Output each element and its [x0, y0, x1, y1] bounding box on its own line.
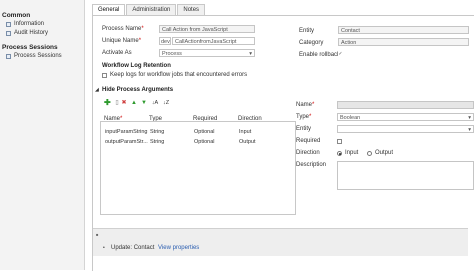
nav-heading-common: Common: [2, 12, 31, 19]
chevron-down-icon: ▾: [249, 51, 252, 57]
move-down-icon[interactable]: ▼: [141, 100, 147, 106]
arguments-grid: inputParamString String Optional Input o…: [100, 121, 296, 215]
argument-type-label: Type*: [296, 114, 312, 120]
direction-output-label: Output: [375, 150, 394, 156]
argument-description-field[interactable]: [337, 161, 474, 190]
left-navigation: Common Information Audit History Process…: [0, 0, 85, 270]
sort-descending-icon[interactable]: ↓Z: [161, 100, 171, 106]
delete-x-icon[interactable]: ✖: [121, 100, 127, 106]
keep-logs-label: Keep logs for workflow jobs that encount…: [110, 72, 248, 78]
process-name-field[interactable]: Call Action from JavaScript: [159, 25, 255, 33]
argument-name-label: Name*: [296, 102, 315, 108]
argument-entity-label: Entity: [296, 126, 312, 132]
step-update-text[interactable]: Update: Contact View properties: [111, 245, 199, 251]
entity-field: Contact: [338, 26, 469, 34]
chevron-down-icon: ▾: [468, 115, 471, 121]
argument-entity-select[interactable]: ▾: [337, 125, 474, 133]
main-content: General Administration Notes Process Nam…: [86, 0, 474, 271]
step-marker-icon: ■: [96, 232, 99, 237]
row-required: Optional: [194, 129, 215, 135]
row-name: outputParamStr...: [105, 139, 148, 145]
nav-item-label: Information: [14, 21, 45, 27]
row-direction: Input: [239, 129, 252, 135]
entity-label: Entity: [299, 28, 315, 34]
tab-notes[interactable]: Notes: [177, 4, 206, 15]
chevron-down-icon: ▾: [468, 127, 471, 133]
activate-as-select[interactable]: Process ▾: [159, 49, 255, 57]
view-properties-link[interactable]: View properties: [158, 245, 199, 251]
process-name-label: Process Name*: [102, 26, 144, 32]
tab-general[interactable]: General: [92, 4, 126, 15]
row-direction: Output: [239, 139, 256, 145]
add-icon[interactable]: ✚: [104, 99, 111, 107]
hide-process-arguments-toggle[interactable]: Hide Process Arguments: [102, 87, 173, 93]
nav-item-label: Process Sessions: [14, 53, 62, 59]
direction-output-radio[interactable]: [367, 151, 372, 156]
nav-heading-process-sessions: Process Sessions: [2, 44, 58, 51]
tab-strip: General Administration Notes: [92, 4, 206, 15]
argument-name-field[interactable]: [337, 101, 474, 109]
sort-ascending-icon[interactable]: ↓A: [150, 100, 160, 106]
row-required: Optional: [194, 139, 215, 145]
keep-logs-checkbox[interactable]: [102, 73, 107, 78]
nav-item-process-sessions[interactable]: Process Sessions: [6, 53, 62, 59]
row-name: inputParamString: [105, 129, 148, 135]
argument-type-select[interactable]: Boolean ▾: [337, 113, 474, 121]
nav-item-information[interactable]: Information: [6, 21, 44, 27]
unique-name-field[interactable]: CallActionfromJavaScript: [172, 37, 255, 45]
information-icon: [6, 21, 11, 27]
nav-item-label: Audit History: [14, 30, 49, 36]
argument-description-label: Description: [296, 162, 327, 168]
row-type: String: [150, 129, 165, 135]
category-label: Category: [299, 40, 324, 46]
steps-footer: ■ • Update: Contact View properties: [93, 228, 468, 256]
unique-name-prefix: dev_: [159, 37, 171, 45]
collapse-arrow-icon[interactable]: ◢: [95, 87, 99, 93]
row-type: String: [150, 139, 165, 145]
direction-input-label: Input: [345, 150, 359, 156]
workflow-log-retention-heading: Workflow Log Retention: [102, 63, 171, 69]
step-bullet-icon: •: [103, 245, 105, 251]
nav-item-audit-history[interactable]: Audit History: [6, 30, 48, 36]
delete-icon[interactable]: ▯: [114, 100, 120, 106]
argument-direction-label: Direction: [296, 150, 320, 156]
rollback-label: Enable rollback: [299, 52, 341, 58]
unique-name-label: Unique Name*: [102, 38, 142, 44]
direction-input-radio[interactable]: [337, 151, 342, 156]
move-up-icon[interactable]: ▲: [131, 100, 137, 106]
audit-history-icon: [6, 30, 11, 36]
tab-administration[interactable]: Administration: [126, 4, 177, 15]
argument-required-checkbox[interactable]: [337, 139, 342, 144]
process-sessions-icon: [6, 53, 11, 59]
category-field: Action: [338, 38, 469, 46]
rollback-checkbox: ✓: [338, 51, 343, 57]
argument-required-label: Required: [296, 138, 321, 144]
activate-as-label: Activate As: [102, 50, 132, 56]
